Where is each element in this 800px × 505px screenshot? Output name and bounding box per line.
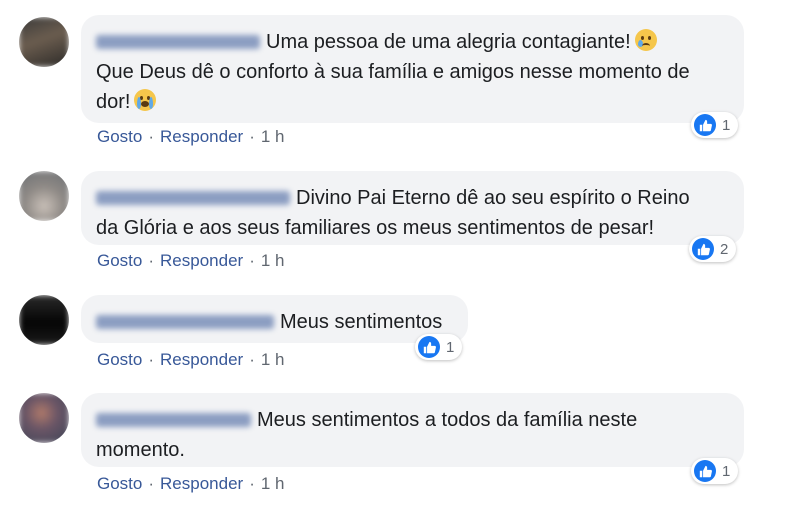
separator: · [148,127,155,146]
sad-tear-face-emoji-icon [634,29,657,51]
reply-link[interactable]: Responder [160,350,243,369]
avatar[interactable] [19,295,69,345]
reaction-count: 1 [722,116,731,134]
thumbs-up-icon [694,114,716,136]
comment-text-line: dor! [96,91,131,113]
author-name-blurred[interactable] [96,413,251,427]
reply-link[interactable]: Responder [160,474,243,493]
reaction-count: 1 [446,338,455,356]
comment-bubble: Uma pessoa de uma alegria contagiante! Q… [81,15,744,123]
comment-text-line: Que Deus dê o conforto à sua família e a… [96,61,690,83]
avatar[interactable] [19,171,69,221]
avatar[interactable] [19,393,69,443]
comment-text-line: da Glória e aos seus familiares os meus … [96,217,655,239]
reaction-count: 1 [722,462,731,480]
reaction-summary[interactable]: 2 [689,236,737,262]
avatar[interactable] [19,17,69,67]
separator: · [249,127,255,146]
thumbs-up-icon [694,460,716,482]
timestamp[interactable]: 1 h [261,127,285,146]
reaction-summary[interactable]: 1 [691,458,739,484]
comment-text-line: Uma pessoa de uma alegria contagiante! [266,31,631,53]
crying-face-emoji-icon [134,89,157,111]
comment-bubble: Meus sentimentos a todos da família nest… [81,393,744,467]
author-name-blurred[interactable] [96,191,290,205]
comment-text-line: Divino Pai Eterno dê ao seu espírito o R… [296,187,690,209]
comment-bubble: Meus sentimentos [81,295,468,343]
separator: · [148,350,155,369]
like-link[interactable]: Gosto [97,474,142,493]
separator: · [249,350,255,369]
separator: · [148,251,155,270]
reply-link[interactable]: Responder [160,251,243,270]
like-link[interactable]: Gosto [97,251,142,270]
comment-text-line: Meus sentimentos [280,311,443,333]
thumbs-up-icon [692,238,714,260]
author-name-blurred[interactable] [96,315,274,329]
comment-actions: Gosto · Responder · 1 h [97,127,285,147]
comment-actions: Gosto · Responder · 1 h [97,350,285,370]
comment-text-line: momento. [96,439,185,461]
like-link[interactable]: Gosto [97,350,142,369]
separator: · [249,251,255,270]
comment-bubble: Divino Pai Eterno dê ao seu espírito o R… [81,171,744,245]
separator: · [148,474,155,493]
timestamp[interactable]: 1 h [261,474,285,493]
reaction-count: 2 [720,240,729,258]
reaction-summary[interactable]: 1 [415,334,463,360]
comment-text-line: Meus sentimentos a todos da família nest… [257,409,638,431]
comment-actions: Gosto · Responder · 1 h [97,474,285,494]
comment-actions: Gosto · Responder · 1 h [97,251,285,271]
separator: · [249,474,255,493]
thumbs-up-icon [418,336,440,358]
reply-link[interactable]: Responder [160,127,243,146]
reaction-summary[interactable]: 1 [691,112,739,138]
timestamp[interactable]: 1 h [261,251,285,270]
author-name-blurred[interactable] [96,35,260,49]
timestamp[interactable]: 1 h [261,350,285,369]
like-link[interactable]: Gosto [97,127,142,146]
